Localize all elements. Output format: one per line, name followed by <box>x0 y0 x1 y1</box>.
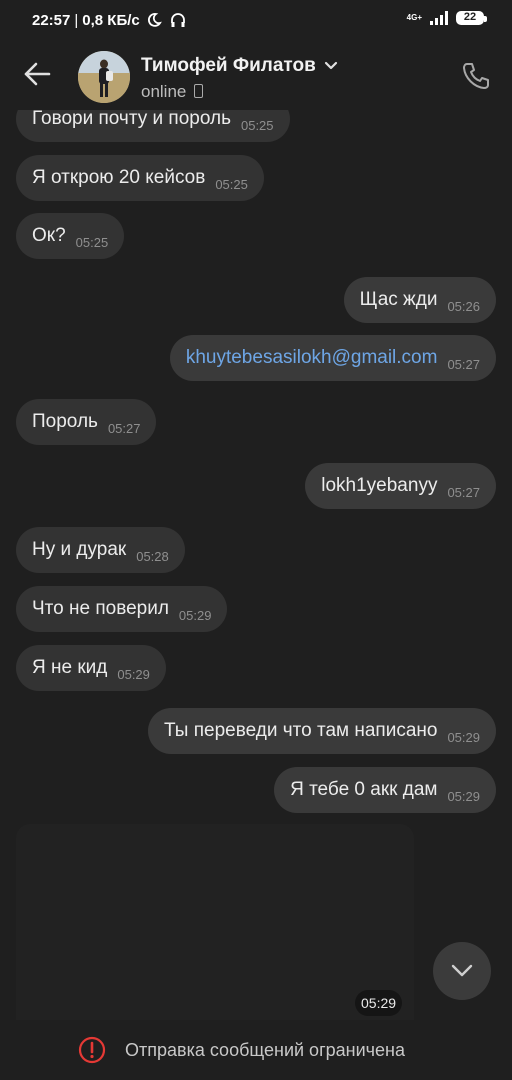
status-icons <box>146 12 186 28</box>
status-text: online <box>141 82 187 101</box>
media-message[interactable] <box>16 824 414 1020</box>
message-text: Пороль <box>32 411 98 432</box>
scroll-down-button[interactable] <box>433 942 491 1000</box>
message-bubble[interactable]: Что не поверил 05:29 <box>16 586 228 632</box>
message-time: 05:27 <box>447 357 480 372</box>
message-text: Ну и дурак <box>32 539 127 560</box>
mobile-device-icon <box>194 84 204 98</box>
signal-icon <box>430 11 448 25</box>
status-right: 4G+ 22 <box>406 11 487 25</box>
message-bubble[interactable]: Я открою 20 кейсов 05:25 <box>16 155 264 201</box>
message-text: Ок? <box>32 225 66 246</box>
message-bubble[interactable]: Ты переведи что там написано 05:29 <box>148 708 496 754</box>
message-time: 05:29 <box>447 730 480 745</box>
email-link[interactable]: khuytebesasilokh@gmail.com <box>186 347 438 368</box>
message-text: Я тебе 0 акк дам <box>290 779 438 800</box>
headphones-icon <box>171 13 185 27</box>
status-bar: 22:57 | 0,8 КБ/с 4G+ 22 <box>0 0 512 40</box>
message-time: 05:29 <box>117 667 150 682</box>
status-info: 22:57 | 0,8 КБ/с <box>32 12 140 29</box>
status-separator: | <box>74 12 79 29</box>
network-type: 4G+ <box>406 13 422 22</box>
status-time: 22:57 <box>32 12 71 29</box>
message-bubble[interactable]: Щас жди 05:26 <box>343 277 496 323</box>
message-time: 05:26 <box>447 299 480 314</box>
back-arrow-icon <box>24 62 51 86</box>
moon-icon <box>147 13 162 27</box>
message-time: 05:29 <box>178 608 212 623</box>
message-text: Ты переведи что там написано <box>164 720 438 741</box>
message-bubble[interactable]: Пороль 05:27 <box>16 399 157 445</box>
message-time: 05:29 <box>447 789 480 804</box>
battery-icon: 22 <box>456 11 487 25</box>
message-text: lokh1yebanyy <box>321 475 438 496</box>
avatar[interactable] <box>78 51 130 103</box>
message-restriction-bar: Отправка сообщений ограничена <box>0 1020 512 1080</box>
restriction-text: Отправка сообщений ограничена <box>125 1040 405 1060</box>
message-bubble[interactable]: Я тебе 0 акк дам 05:29 <box>274 767 496 813</box>
message-bubble[interactable]: Ну и дурак 05:28 <box>16 527 185 573</box>
message-text: Говори почту и пороль <box>32 108 231 129</box>
message-text: Щас жди <box>359 289 438 310</box>
message-list[interactable]: Говори почту и пороль 05:25 Я открою 20 к… <box>0 0 512 1020</box>
message-time: 05:25 <box>215 177 248 192</box>
call-button[interactable] <box>460 60 492 92</box>
phone-call-icon <box>463 63 489 89</box>
message-text: Я не кид <box>32 657 108 678</box>
message-bubble[interactable]: lokh1yebanyy 05:27 <box>305 463 496 509</box>
battery-level: 22 <box>463 11 477 23</box>
message-text: Что не поверил <box>32 598 169 619</box>
contact-name[interactable]: Тимофей Филатов <box>141 55 338 77</box>
chevron-down-icon <box>451 964 473 977</box>
status-speed: 0,8 КБ/с <box>82 12 140 29</box>
message-bubble[interactable]: Я не кид 05:29 <box>16 645 166 691</box>
message-time: 05:27 <box>447 485 480 500</box>
contact-status: online <box>141 82 204 102</box>
chat-header: Тимофей Филатов online <box>0 40 512 110</box>
message-time: 05:25 <box>75 235 109 250</box>
message-bubble[interactable]: khuytebesasilokh@gmail.com 05:27 <box>169 335 496 381</box>
message-time: 05:27 <box>107 421 141 436</box>
back-button[interactable] <box>22 58 54 90</box>
message-time: 05:28 <box>136 549 169 564</box>
chevron-down-icon[interactable] <box>324 61 338 70</box>
message-text: Я открою 20 кейсов <box>32 167 206 188</box>
message-bubble[interactable]: Ок? 05:25 <box>16 213 125 259</box>
contact-name-text: Тимофей Филатов <box>141 55 316 76</box>
media-time: 05:29 <box>355 990 403 1016</box>
message-time: 05:25 <box>240 118 274 133</box>
warning-icon <box>78 1036 106 1064</box>
